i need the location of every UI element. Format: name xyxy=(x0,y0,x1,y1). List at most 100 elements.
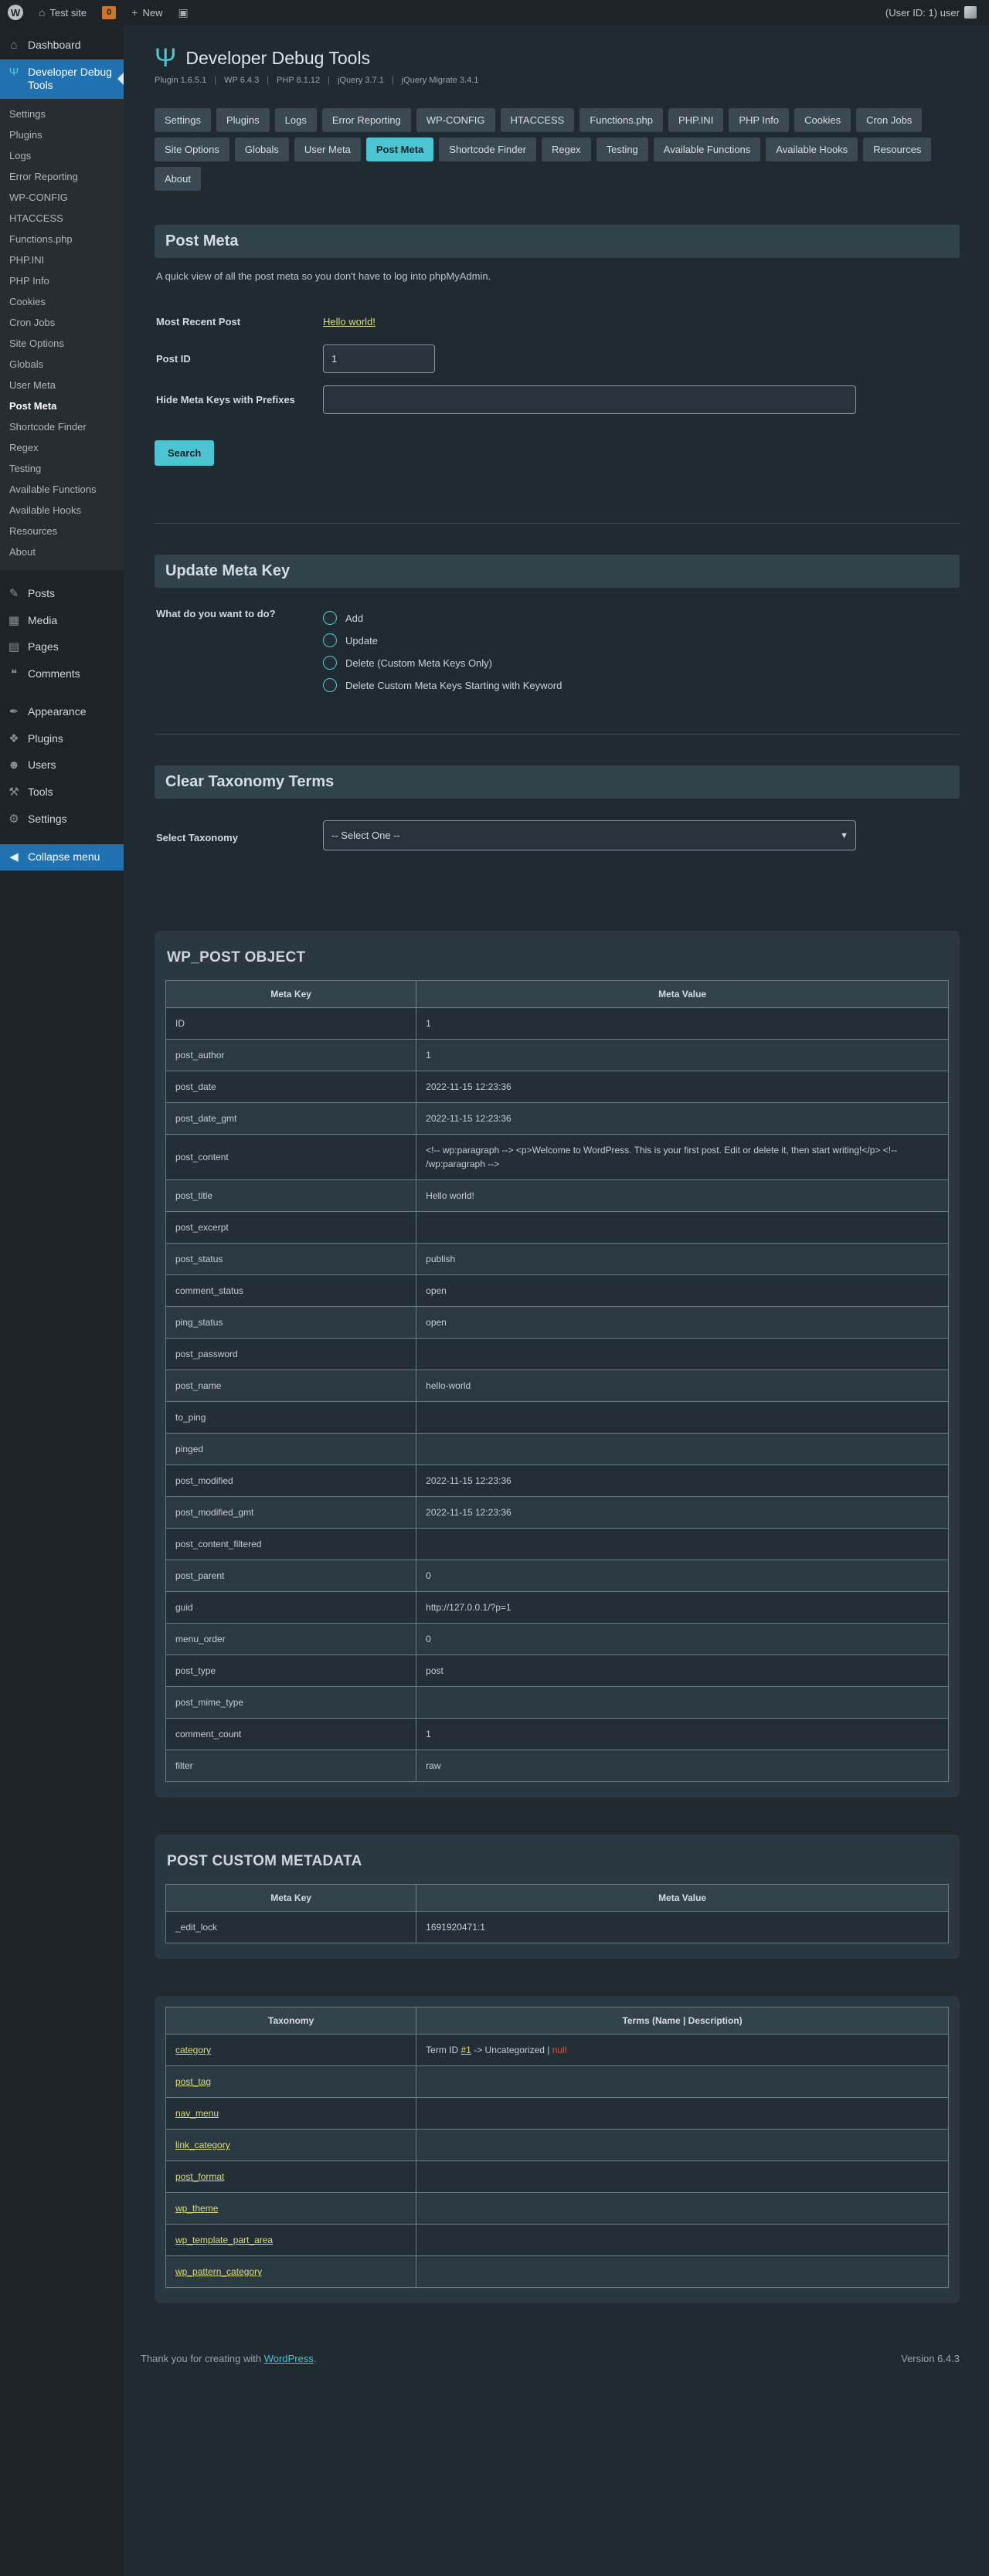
tab-error-reporting[interactable]: Error Reporting xyxy=(321,108,411,132)
sidebar-item-users[interactable]: ☻ Users xyxy=(0,752,124,779)
new-content-link[interactable]: + New xyxy=(124,0,170,25)
submenu-item-shortcode-finder[interactable]: Shortcode Finder xyxy=(0,416,124,437)
submenu-item-functions-php[interactable]: Functions.php xyxy=(0,229,124,249)
tab-resources[interactable]: Resources xyxy=(863,137,932,161)
tab-wp-config[interactable]: WP-CONFIG xyxy=(416,108,495,132)
my-account-link[interactable]: (User ID: 1) user xyxy=(878,0,984,25)
tab-available-functions[interactable]: Available Functions xyxy=(653,137,761,161)
sidebar-item-posts[interactable]: ✎ Posts xyxy=(0,581,124,608)
taxonomy-link-post-tag[interactable]: post_tag xyxy=(175,2076,211,2087)
tab-about[interactable]: About xyxy=(155,167,201,191)
tab-regex[interactable]: Regex xyxy=(542,137,591,161)
radio-option-add[interactable]: Add xyxy=(323,611,562,625)
site-name-link[interactable]: ⌂ Test site xyxy=(31,0,94,25)
avatar xyxy=(964,6,977,19)
taxonomy-link-link-category[interactable]: link_category xyxy=(175,2140,230,2150)
site-name-label: Test site xyxy=(49,6,87,19)
submenu-item-wp-config[interactable]: WP-CONFIG xyxy=(0,187,124,208)
submenu-item-error-reporting[interactable]: Error Reporting xyxy=(0,166,124,187)
meta-value-cell: post xyxy=(416,1655,949,1687)
submenu-item-testing[interactable]: Testing xyxy=(0,458,124,479)
radio-option-delete-custom-meta-keys-only[interactable]: Delete (Custom Meta Keys Only) xyxy=(323,656,562,670)
post-custom-metadata-panel: POST CUSTOM METADATA Meta Key Meta Value… xyxy=(155,1834,960,1959)
submenu-item-logs[interactable]: Logs xyxy=(0,145,124,166)
tab-shortcode-finder[interactable]: Shortcode Finder xyxy=(439,137,537,161)
sidebar-item-pages[interactable]: ▤ Pages xyxy=(0,634,124,661)
terms-cell xyxy=(416,2255,949,2288)
taxonomy-select[interactable]: -- Select One -- xyxy=(323,820,856,850)
tab-htaccess[interactable]: HTACCESS xyxy=(500,108,575,132)
radio-option-update[interactable]: Update xyxy=(323,633,562,647)
meta-key-cell: post_date xyxy=(165,1071,417,1103)
table-row: post_password xyxy=(165,1338,949,1370)
tab-testing[interactable]: Testing xyxy=(596,137,648,161)
tab-available-hooks[interactable]: Available Hooks xyxy=(766,137,858,161)
submenu-item-resources[interactable]: Resources xyxy=(0,521,124,541)
submenu-item-htaccess[interactable]: HTACCESS xyxy=(0,208,124,229)
tab-settings[interactable]: Settings xyxy=(155,108,211,132)
sidebar-item-developer-debug-tools[interactable]: Ψ Developer Debug Tools xyxy=(0,59,124,99)
submenu-item-php-info[interactable]: PHP Info xyxy=(0,270,124,291)
tab-logs[interactable]: Logs xyxy=(274,108,317,132)
tab-php-info[interactable]: PHP Info xyxy=(729,108,790,132)
radio-circle-icon[interactable] xyxy=(323,678,337,692)
submenu-item-settings[interactable]: Settings xyxy=(0,104,124,124)
search-button[interactable]: Search xyxy=(155,440,215,466)
radio-circle-icon[interactable] xyxy=(323,656,337,670)
sidebar-item-tools[interactable]: ⚒ Tools xyxy=(0,779,124,806)
tab-globals[interactable]: Globals xyxy=(234,137,289,161)
sidebar-item-plugins[interactable]: ❖ Plugins xyxy=(0,726,124,753)
submenu-item-cron-jobs[interactable]: Cron Jobs xyxy=(0,312,124,333)
sidebar-item-appearance[interactable]: ✒ Appearance xyxy=(0,699,124,726)
submenu-item-regex[interactable]: Regex xyxy=(0,437,124,458)
submenu-item-about[interactable]: About xyxy=(0,541,124,562)
taxonomy-link-category[interactable]: category xyxy=(175,2045,211,2055)
radio-option-delete-custom-meta-keys-starting-with-keyword[interactable]: Delete Custom Meta Keys Starting with Ke… xyxy=(323,678,562,692)
submenu-item-available-hooks[interactable]: Available Hooks xyxy=(0,500,124,521)
sidebar-item-collapse-menu[interactable]: ◀ Collapse menu xyxy=(0,843,124,871)
recent-post-link[interactable]: Hello world! xyxy=(323,316,376,328)
submenu-item-cookies[interactable]: Cookies xyxy=(0,291,124,312)
sidebar-item-dashboard[interactable]: ⌂ Dashboard xyxy=(0,32,124,59)
submenu-item-plugins[interactable]: Plugins xyxy=(0,124,124,145)
meta-key-cell: pinged xyxy=(165,1433,417,1465)
meta-value-cell xyxy=(416,1433,949,1465)
radio-circle-icon[interactable] xyxy=(323,611,337,625)
meta-value-cell: 1691920471:1 xyxy=(416,1911,949,1943)
taxonomy-link-wp-pattern-category[interactable]: wp_pattern_category xyxy=(175,2266,262,2277)
submenu-item-globals[interactable]: Globals xyxy=(0,354,124,375)
post-id-input[interactable] xyxy=(323,344,435,373)
tab-php-ini[interactable]: PHP.INI xyxy=(668,108,724,132)
footer-thanks-period: . xyxy=(313,2353,317,2364)
tab-user-meta[interactable]: User Meta xyxy=(294,137,361,161)
terms-cell xyxy=(416,2129,949,2161)
term-id-link[interactable]: #1 xyxy=(461,2045,471,2055)
taxonomy-link-wp-theme[interactable]: wp_theme xyxy=(175,2203,218,2214)
taxonomy-link-nav-menu[interactable]: nav_menu xyxy=(175,2108,219,2119)
submenu-item-post-meta[interactable]: Post Meta xyxy=(0,395,124,416)
radio-circle-icon[interactable] xyxy=(323,633,337,647)
table-row: pinged xyxy=(165,1433,949,1465)
wordpress-logo-button[interactable]: W xyxy=(0,0,31,25)
submenu-item-user-meta[interactable]: User Meta xyxy=(0,375,124,395)
section-divider xyxy=(155,523,960,524)
tab-functions-php[interactable]: Functions.php xyxy=(579,108,664,132)
tab-plugins[interactable]: Plugins xyxy=(216,108,270,132)
submenu-item-available-functions[interactable]: Available Functions xyxy=(0,479,124,500)
sidebar-item-media[interactable]: ▦ Media xyxy=(0,608,124,635)
sidebar-item-settings[interactable]: ⚙ Settings xyxy=(0,806,124,833)
hide-prefixes-input[interactable] xyxy=(323,385,856,414)
taxonomy-link-post-format[interactable]: post_format xyxy=(175,2171,224,2182)
tab-site-options[interactable]: Site Options xyxy=(155,137,229,161)
admin-footer: Thank you for creating with WordPress. V… xyxy=(141,2353,960,2364)
submenu-item-site-options[interactable]: Site Options xyxy=(0,333,124,354)
tab-cookies[interactable]: Cookies xyxy=(794,108,851,132)
wordpress-footer-link[interactable]: WordPress xyxy=(264,2353,314,2364)
comments-adminbar-link[interactable]: 0 xyxy=(94,0,124,25)
submenu-item-php-ini[interactable]: PHP.INI xyxy=(0,249,124,270)
tab-post-meta[interactable]: Post Meta xyxy=(365,137,434,161)
debug-adminbar-item[interactable]: ▣ xyxy=(170,0,195,25)
tab-cron-jobs[interactable]: Cron Jobs xyxy=(856,108,923,132)
sidebar-item-comments[interactable]: ❝ Comments xyxy=(0,661,124,688)
taxonomy-link-wp-template-part-area[interactable]: wp_template_part_area xyxy=(175,2235,273,2245)
